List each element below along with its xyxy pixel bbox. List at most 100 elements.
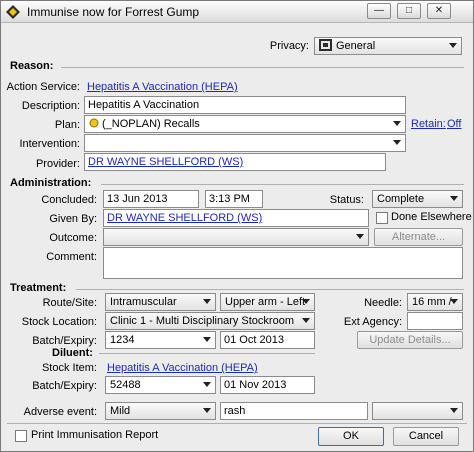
route-select[interactable]: Intramuscular — [105, 293, 216, 311]
given-by-label: Given By: — [49, 213, 97, 225]
chevron-down-icon — [203, 299, 211, 304]
batch-select[interactable]: 1234 — [105, 331, 216, 349]
batch-value: 1234 — [110, 334, 135, 346]
site-value: Upper arm - Left — [225, 296, 306, 308]
chevron-down-icon — [450, 408, 458, 413]
description-label: Description: — [21, 100, 80, 112]
diluent-heading: Diluent: — [52, 347, 93, 359]
maximize-button[interactable]: □ — [397, 3, 421, 19]
intervention-label: Intervention: — [19, 138, 80, 150]
done-elsewhere-label: Done Elsewhere — [391, 211, 472, 223]
plan-label: Plan: — [54, 119, 80, 131]
app-icon — [6, 5, 20, 19]
section-divider — [101, 184, 464, 185]
retain-toggle[interactable]: Off — [447, 118, 461, 130]
concluded-time-field[interactable]: 3:13 PM — [205, 190, 263, 208]
provider-link[interactable]: DR WAYNE SHELLFORD (WS) — [88, 156, 243, 168]
adverse-severity-select[interactable]: Mild — [105, 402, 216, 420]
minimize-button[interactable]: — — [367, 3, 391, 19]
retain-link[interactable]: Retain: — [411, 118, 446, 130]
immunise-dialog: Immunise now for Forrest Gump — □ ✕ Priv… — [0, 0, 474, 452]
adverse-event-text-field[interactable]: rash — [220, 402, 368, 420]
stock-item-label: Stock Item: — [41, 362, 97, 374]
chevron-down-icon — [302, 299, 310, 304]
chevron-down-icon — [393, 140, 401, 145]
status-label: Status: — [329, 194, 364, 206]
site-select[interactable]: Upper arm - Left — [220, 293, 315, 311]
batch-expiry-label: Batch/Expiry: — [32, 335, 97, 347]
section-divider — [99, 353, 315, 354]
privacy-value: General — [336, 40, 376, 52]
comment-field[interactable] — [103, 247, 463, 279]
footer-divider — [7, 423, 467, 424]
stock-location-select[interactable]: Clinic 1 - Multi Disciplinary Stockroom — [105, 312, 315, 330]
chevron-down-icon — [302, 318, 310, 323]
chevron-down-icon — [393, 121, 401, 126]
concluded-date-field[interactable]: 13 Jun 2013 — [103, 190, 199, 208]
privacy-icon — [319, 39, 332, 51]
description-field[interactable]: Hepatitis A Vaccination — [84, 96, 406, 114]
print-report-label: Print Immunisation Report — [31, 429, 159, 441]
window-title: Immunise now for Forrest Gump — [27, 5, 200, 19]
minimize-icon: — — [374, 5, 384, 16]
stock-item-link[interactable]: Hepatitis A Vaccination (HEPA) — [107, 362, 258, 374]
stock-location-label: Stock Location: — [21, 316, 97, 328]
update-details-button[interactable]: Update Details... — [357, 331, 463, 349]
diluent-batch-select[interactable]: 52488 — [105, 376, 216, 394]
plan-icon — [89, 118, 99, 128]
close-icon: ✕ — [434, 5, 444, 16]
alternate-button[interactable]: Alternate... — [374, 228, 463, 246]
treatment-heading: Treatment: — [10, 282, 67, 294]
ext-agency-field[interactable] — [407, 312, 463, 330]
concluded-label: Concluded: — [41, 194, 97, 206]
cancel-button[interactable]: Cancel — [393, 427, 459, 446]
expiry-field[interactable]: 01 Oct 2013 — [220, 331, 315, 349]
outcome-label: Outcome: — [49, 232, 97, 244]
provider-field[interactable]: DR WAYNE SHELLFORD (WS) — [84, 153, 386, 171]
needle-select[interactable]: 16 mm / — [407, 293, 463, 311]
action-service-link[interactable]: Hepatitis A Vaccination (HEPA) — [87, 81, 238, 93]
done-elsewhere-checkbox[interactable] — [376, 212, 388, 224]
chevron-down-icon — [449, 43, 457, 48]
given-by-link[interactable]: DR WAYNE SHELLFORD (WS) — [107, 212, 262, 224]
chevron-down-icon — [203, 382, 211, 387]
diluent-expiry-field[interactable]: 01 Nov 2013 — [220, 376, 315, 394]
action-service-label: Action Service: — [6, 81, 80, 93]
plan-value: (_NOPLAN) Recalls — [102, 118, 200, 130]
needle-label: Needle: — [364, 297, 402, 309]
close-button[interactable]: ✕ — [427, 3, 451, 19]
privacy-select[interactable]: General — [314, 37, 462, 55]
provider-label: Provider: — [35, 158, 80, 170]
needle-value: 16 mm / — [412, 296, 452, 308]
intervention-select[interactable] — [84, 134, 406, 152]
stock-location-value: Clinic 1 - Multi Disciplinary Stockroom — [110, 315, 294, 327]
outcome-select[interactable] — [103, 228, 369, 246]
adverse-event-label: Adverse event: — [23, 406, 97, 418]
route-value: Intramuscular — [110, 296, 177, 308]
title-bar: Immunise now for Forrest Gump — □ ✕ — [1, 1, 473, 23]
print-report-checkbox[interactable] — [15, 430, 27, 442]
privacy-label: Privacy: — [269, 40, 309, 52]
diluent-batch-expiry-label: Batch/Expiry: — [32, 380, 97, 392]
diluent-batch-value: 52488 — [110, 379, 141, 391]
chevron-down-icon — [450, 196, 458, 201]
status-value: Complete — [377, 193, 425, 205]
route-site-label: Route/Site: — [42, 297, 97, 309]
chevron-down-icon — [450, 299, 458, 304]
section-divider — [61, 67, 464, 68]
ext-agency-label: Ext Agency: — [343, 316, 402, 328]
section-divider — [76, 289, 464, 290]
comment-label: Comment: — [46, 251, 97, 263]
reason-heading: Reason: — [10, 60, 54, 72]
ok-button[interactable]: OK — [318, 427, 384, 446]
adverse-event-extra-select[interactable] — [372, 402, 463, 420]
status-select[interactable]: Complete — [372, 190, 463, 208]
given-by-field[interactable]: DR WAYNE SHELLFORD (WS) — [103, 209, 369, 227]
maximize-icon: □ — [405, 5, 413, 16]
administration-heading: Administration: — [10, 177, 92, 189]
plan-select[interactable]: (_NOPLAN) Recalls — [84, 115, 406, 133]
chevron-down-icon — [356, 234, 364, 239]
adverse-severity-value: Mild — [110, 405, 131, 417]
chevron-down-icon — [203, 408, 211, 413]
chevron-down-icon — [203, 337, 211, 342]
